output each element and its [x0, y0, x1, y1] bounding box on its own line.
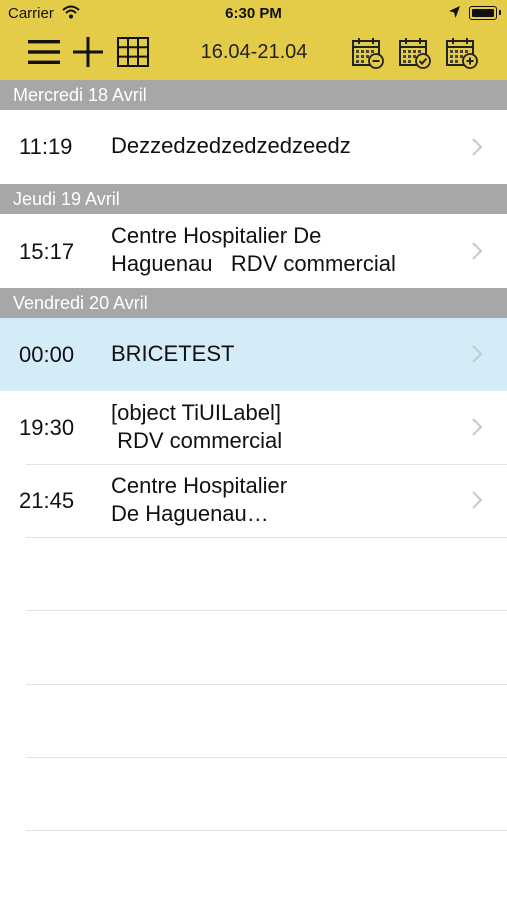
list-item-selected[interactable]: 00:00 BRICETEST: [0, 318, 507, 391]
battery-icon: [469, 6, 501, 20]
list-item[interactable]: 15:17 Centre Hospitalier De Haguenau RDV…: [0, 214, 507, 288]
chevron-right-icon: [472, 491, 483, 509]
section-label: Mercredi 18 Avril: [13, 85, 147, 105]
status-bar: Carrier 6:30 PM: [0, 0, 507, 28]
separator: [26, 830, 507, 831]
list-item[interactable]: 11:19 Dezzedzedzedzedzeedz: [0, 110, 507, 184]
list-item[interactable]: 21:45 Centre Hospitalier De Haguenau…: [0, 465, 507, 537]
event-time: 19:30: [19, 415, 75, 440]
calendar-check-icon[interactable]: [398, 36, 432, 70]
event-title: BRICETEST: [111, 341, 235, 366]
event-title: [object TiUILabel] RDV commercial: [111, 400, 283, 453]
chevron-right-icon: [472, 418, 483, 436]
grid-icon[interactable]: [117, 37, 149, 67]
menu-icon[interactable]: [28, 38, 60, 66]
calendar-plus-icon[interactable]: [445, 36, 479, 70]
section-label: Jeudi 19 Avril: [13, 189, 120, 209]
separator: [26, 610, 507, 611]
section-label: Vendredi 20 Avril: [13, 293, 148, 313]
event-time: 21:45: [19, 488, 75, 513]
event-title: Centre Hospitalier De Haguenau RDV comme…: [111, 223, 396, 276]
date-range[interactable]: 16.04-21.04: [190, 41, 318, 64]
section-header: Mercredi 18 Avril: [0, 80, 507, 110]
separator: [26, 757, 507, 758]
chevron-right-icon: [472, 138, 483, 156]
event-title: Dezzedzedzedzedzeedz: [111, 133, 351, 158]
separator: [26, 537, 507, 538]
status-time: 6:30 PM: [225, 5, 282, 22]
list-item[interactable]: 19:30 [object TiUILabel] RDV commercial: [0, 391, 507, 464]
location-arrow-icon: [449, 6, 460, 18]
event-time: 15:17: [19, 239, 75, 264]
event-title: Centre Hospitalier De Haguenau…: [111, 473, 288, 526]
add-icon[interactable]: [72, 36, 104, 68]
app-header: Carrier 6:30 PM 16.04-21.04: [0, 0, 507, 80]
chevron-right-icon: [472, 242, 483, 260]
calendar-minus-icon[interactable]: [351, 36, 385, 70]
section-header: Vendredi 20 Avril: [0, 288, 507, 318]
chevron-right-icon: [472, 345, 483, 363]
event-time: 11:19: [19, 134, 73, 159]
event-time: 00:00: [19, 342, 75, 367]
separator: [26, 684, 507, 685]
section-header: Jeudi 19 Avril: [0, 184, 507, 214]
